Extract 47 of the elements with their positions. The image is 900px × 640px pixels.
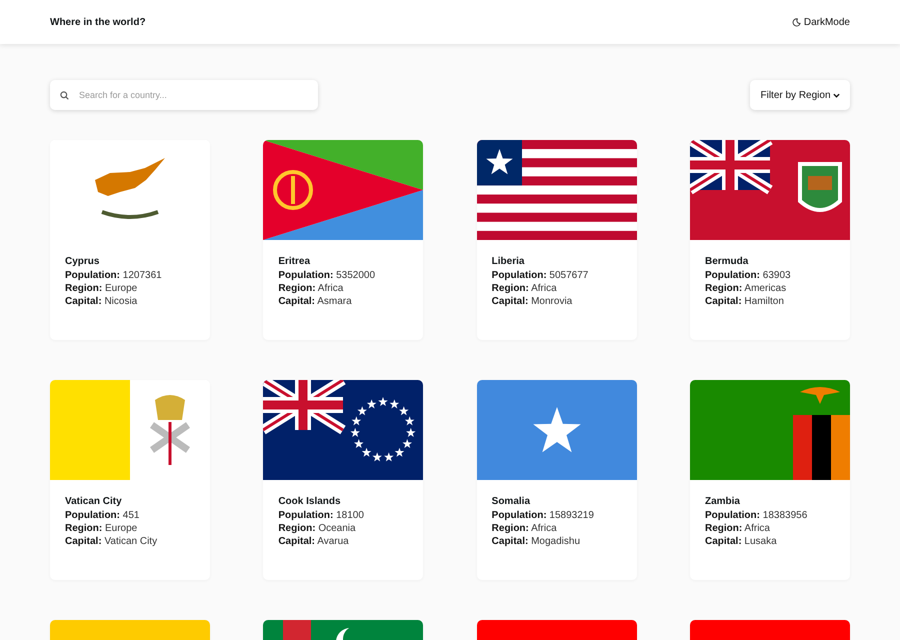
country-detail: Capital: Nicosia [65, 296, 138, 307]
country-detail: Region: Americas [704, 283, 788, 294]
country-card[interactable]: Liberia Population: 5057677 Region: Africa Capital: Monrovia [476, 140, 637, 340]
country-name: Liberia [492, 256, 526, 267]
country-detail: Population: 451 [65, 510, 140, 521]
country-detail: Capital: Hamilton [704, 296, 785, 307]
country-detail: Region: Africa [278, 283, 344, 294]
country-card[interactable]: Somalia Population: 15893219 Region: Africa Capital: Mogadishu [476, 380, 637, 580]
country-detail: Capital: Monrovia [492, 296, 574, 307]
country-detail: Region: Africa [704, 523, 771, 534]
country-name: Cyprus [65, 256, 100, 267]
country-detail: Region: Europe [65, 523, 138, 534]
country-detail: Population: 5057677 [492, 270, 590, 281]
country-detail: Population: 15893219 [492, 510, 595, 521]
country-card[interactable]: Zambia Population: 18383956 Region: Africa Capital: Lusaka [690, 380, 850, 580]
country-name: Vatican City [65, 496, 123, 507]
app-title: Where in the world? [50, 16, 146, 28]
country-card[interactable]: Bermuda Population: 63903 Region: Americas Capital: Hamilton [690, 140, 850, 340]
search-icon [60, 91, 69, 100]
country-detail: Region: Africa [492, 523, 558, 534]
country-name: Zambia [704, 496, 741, 507]
country-detail: Region: Africa [492, 283, 558, 294]
country-detail: Capital: Vatican City [65, 536, 158, 547]
search-field[interactable]: Search for a country... [50, 80, 318, 110]
moon-icon [792, 18, 801, 26]
country-detail: Population: 63903 [704, 270, 792, 281]
country-name: Bermuda [704, 256, 750, 267]
country-card[interactable]: Vatican City Population: 451 Region: Europe Capital: Vatican City [50, 380, 210, 580]
region-filter-dropdown[interactable]: Filter by Region [750, 80, 850, 110]
country-detail: Region: Oceania [278, 523, 357, 534]
country-detail: Region: Europe [65, 283, 138, 294]
country-detail: Population: 5352000 [278, 270, 376, 281]
country-detail: Capital: Asmara [278, 296, 353, 307]
country-card[interactable]: Cook Islands Population: 18100 Region: Oceania Capital: Avarua [263, 380, 424, 580]
country-detail: Population: 18100 [278, 510, 365, 521]
country-card[interactable]: Cyprus Population: 1207361 Region: Europe Capital: Nicosia [50, 140, 210, 340]
country-card[interactable]: Eritrea Population: 5352000 Region: Africa Capital: Asmara [263, 140, 424, 340]
country-detail: Capital: Lusaka [704, 536, 778, 547]
country-detail: Population: 1207361 [65, 270, 163, 281]
country-name: Cook Islands [278, 496, 342, 507]
country-detail: Capital: Avarua [278, 536, 350, 547]
country-detail: Population: 18383956 [704, 510, 808, 521]
country-name: Somalia [492, 496, 532, 507]
dark-mode-toggle[interactable]: DarkMode [792, 14, 850, 30]
chevron-down-icon [832, 92, 840, 98]
country-detail: Capital: Mogadishu [492, 536, 582, 547]
country-name: Eritrea [278, 256, 312, 267]
